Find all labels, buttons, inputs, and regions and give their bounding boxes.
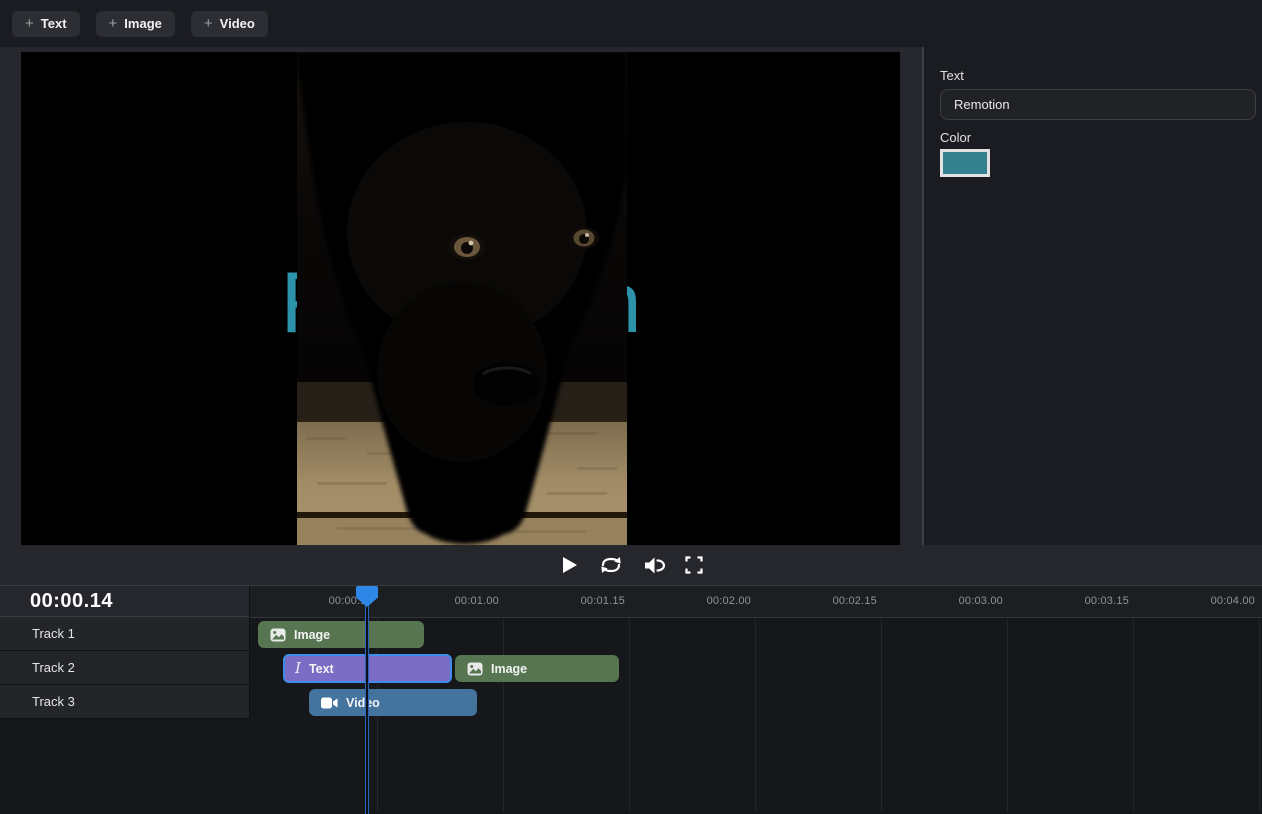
- add-video-button[interactable]: + Video: [191, 11, 268, 37]
- clip-label: Image: [491, 662, 527, 676]
- ruler-gridline: [1259, 586, 1260, 813]
- text-italic-icon: I: [295, 661, 301, 676]
- clip-image[interactable]: Image: [455, 655, 619, 682]
- color-field-label: Color: [940, 130, 971, 145]
- plus-icon: +: [204, 16, 213, 31]
- dog-photo: [297, 52, 627, 545]
- ruler-time-label: 00:01.15: [535, 595, 625, 607]
- track-label: Track 2: [32, 660, 75, 675]
- timecode-display: 00:00.14: [0, 586, 249, 617]
- playhead-line: [366, 586, 368, 814]
- button-label: Video: [220, 16, 255, 31]
- track-header-1: Track 1: [0, 617, 249, 651]
- clip-image[interactable]: Image: [258, 621, 424, 648]
- clip-label: Video: [346, 696, 380, 710]
- track-label: Track 3: [32, 694, 75, 709]
- ruler-time-label: 00:02.15: [787, 595, 877, 607]
- inspector-panel: Text Color: [924, 47, 1262, 545]
- ruler-time-label: 00:02.00: [661, 595, 751, 607]
- playback-controls: [0, 545, 1262, 585]
- ruler-gridline: [1007, 586, 1008, 813]
- track-label: Track 1: [32, 626, 75, 641]
- track-header-3: Track 3: [0, 685, 249, 719]
- clip-label: Text: [309, 662, 334, 676]
- fullscreen-icon[interactable]: [685, 556, 703, 574]
- ruler-gridline: [755, 586, 756, 813]
- toolbar: + Text + Image + Video: [0, 0, 1262, 47]
- play-icon[interactable]: [560, 555, 579, 575]
- ruler-time-label: 00:03.15: [1039, 595, 1129, 607]
- ruler-gridline: [881, 586, 882, 813]
- ruler-time-label: 00:03.00: [913, 595, 1003, 607]
- loop-icon[interactable]: [599, 556, 623, 574]
- text-input[interactable]: [940, 89, 1256, 120]
- ruler-time-label: 00:04.00: [1165, 595, 1255, 607]
- plus-icon: +: [109, 16, 118, 31]
- image-icon: [270, 628, 286, 642]
- add-text-button[interactable]: + Text: [12, 11, 80, 37]
- button-label: Image: [124, 16, 162, 31]
- image-icon: [467, 662, 483, 676]
- ruler-gridline: [1133, 586, 1134, 813]
- clip-video[interactable]: Video: [309, 689, 477, 716]
- preview-canvas[interactable]: Remotion: [21, 52, 900, 545]
- volume-icon[interactable]: [643, 556, 665, 575]
- text-field-label: Text: [940, 68, 964, 83]
- track-header-2: Track 2: [0, 651, 249, 685]
- color-swatch[interactable]: [940, 149, 990, 177]
- ruler-gridline: [629, 586, 630, 813]
- timeline-header-column: 00:00.14 Track 1 Track 2 Track 3: [0, 586, 250, 719]
- timeline: 00:00.1500:01.0000:01.1500:02.0000:02.15…: [0, 585, 1262, 813]
- ruler-gridline: [503, 586, 504, 813]
- player-area: Remotion: [0, 47, 922, 545]
- video-editor-app: + Text + Image + Video Remotion: [0, 0, 1262, 813]
- main-area: Remotion: [0, 47, 1262, 545]
- ruler-time-label: 00:01.00: [409, 595, 499, 607]
- button-label: Text: [41, 16, 67, 31]
- video-camera-icon: [321, 697, 338, 709]
- clip-label: Image: [294, 628, 330, 642]
- plus-icon: +: [25, 16, 34, 31]
- add-image-button[interactable]: + Image: [96, 11, 175, 37]
